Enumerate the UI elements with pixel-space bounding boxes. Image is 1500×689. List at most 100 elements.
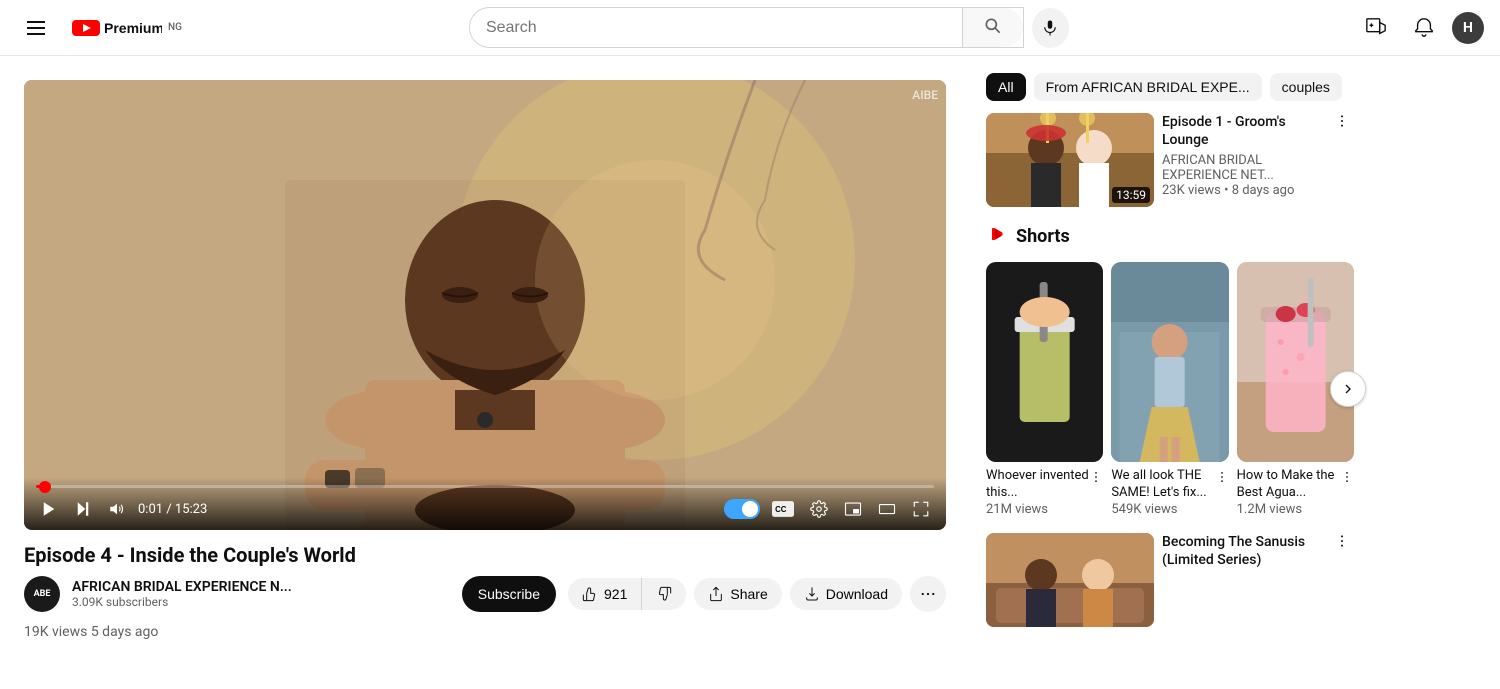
short-item-2[interactable]: We all look THE SAME! Let's fix... 549K …: [1111, 262, 1228, 517]
header-right: H: [1356, 8, 1484, 48]
shorts-next-button[interactable]: [1330, 371, 1366, 407]
short-info-row-2: We all look THE SAME! Let's fix...: [1111, 468, 1228, 502]
short-thumb-1: [986, 262, 1103, 462]
shorts-grid: Whoever invented this... 21M views: [986, 262, 1354, 517]
theater-icon: [878, 500, 896, 518]
menu-button[interactable]: [16, 8, 56, 48]
subscribe-button[interactable]: Subscribe: [462, 576, 556, 612]
filter-bar: All From AFRICAN BRIDAL EXPE... couples: [986, 72, 1354, 101]
play-button[interactable]: [36, 496, 62, 522]
dislike-button[interactable]: [642, 578, 686, 610]
mute-button[interactable]: [104, 496, 130, 522]
cc-icon: CC: [772, 501, 794, 517]
subscriber-count: 3.09K subscribers: [72, 595, 450, 609]
short-item-1[interactable]: Whoever invented this... 21M views: [986, 262, 1103, 517]
short-title-2: We all look THE SAME! Let's fix...: [1111, 468, 1214, 502]
toggle-thumb: [742, 501, 758, 517]
related-more-button[interactable]: [1330, 113, 1354, 134]
watermark: AIBE: [912, 88, 938, 102]
search-icon: [983, 16, 1003, 36]
short-thumb-3: [1237, 262, 1354, 462]
download-button[interactable]: Download: [790, 578, 902, 610]
video-controls: 0:01 / 15:23 CC: [24, 477, 946, 530]
short-info-row-3: How to Make the Best Agua...: [1237, 468, 1354, 502]
settings-button[interactable]: [806, 496, 832, 522]
bottom-related-more-button[interactable]: [1330, 533, 1354, 554]
skip-next-icon: [74, 500, 92, 518]
miniplayer-icon: [844, 500, 862, 518]
like-count: 921: [604, 586, 627, 602]
youtube-icon: Premium: [72, 18, 162, 38]
download-icon: [804, 586, 820, 602]
short-image-2: [1111, 262, 1228, 462]
short-dots-icon-2: [1215, 470, 1229, 484]
play-icon: [40, 500, 58, 518]
filter-from[interactable]: From AFRICAN BRIDAL EXPE...: [1034, 73, 1262, 101]
video-title: Episode 4 - Inside the Couple's World: [24, 542, 946, 568]
main-content: AIBE: [0, 56, 1500, 651]
logo[interactable]: Premium NG: [72, 18, 182, 38]
progress-dot: [39, 481, 51, 493]
mic-button[interactable]: [1032, 8, 1069, 48]
channel-name[interactable]: AFRICAN BRIDAL EXPERIENCE N...: [72, 579, 450, 595]
sidebar: All From AFRICAN BRIDAL EXPE... couples: [970, 56, 1370, 651]
more-icon: [919, 585, 937, 603]
bell-icon: [1413, 17, 1435, 39]
short-dots-icon-3: [1340, 470, 1354, 484]
bottom-related-title: Becoming The Sanusis (Limited Series): [1162, 533, 1322, 569]
next-button[interactable]: [70, 496, 96, 522]
autoplay-toggle[interactable]: [724, 499, 760, 519]
like-dislike-group: 921: [568, 578, 686, 610]
channel-info: AFRICAN BRIDAL EXPERIENCE N... 3.09K sub…: [72, 579, 450, 609]
hamburger-icon: [19, 13, 53, 43]
captions-button[interactable]: CC: [768, 497, 798, 521]
volume-icon: [108, 500, 126, 518]
bottom-related-thumb: [986, 533, 1154, 627]
more-button[interactable]: [910, 576, 946, 612]
filter-all[interactable]: All: [986, 73, 1026, 101]
filter-next-button[interactable]: [1350, 72, 1354, 101]
short-more-3[interactable]: [1340, 468, 1354, 489]
search-input[interactable]: [470, 11, 962, 45]
progress-bar[interactable]: [36, 485, 934, 488]
create-icon: [1365, 17, 1387, 39]
bottom-related-item[interactable]: Becoming The Sanusis (Limited Series): [986, 533, 1354, 627]
action-buttons: 921 Share: [568, 576, 946, 612]
short-title-1: Whoever invented this...: [986, 468, 1089, 502]
video-thumbnail: AIBE: [24, 80, 946, 530]
share-label: Share: [730, 586, 767, 602]
create-button[interactable]: [1356, 8, 1396, 48]
related-item[interactable]: 13:59 Episode 1 - Groom's Lounge AFRICAN…: [986, 113, 1354, 207]
short-more-1[interactable]: [1089, 468, 1103, 489]
controls-row: 0:01 / 15:23 CC: [36, 496, 934, 522]
search-button[interactable]: [962, 8, 1023, 47]
current-time: 0:01: [138, 502, 163, 517]
settings-icon: [810, 500, 828, 518]
thumbs-down-icon: [656, 586, 672, 602]
short-more-2[interactable]: [1215, 468, 1229, 489]
fullscreen-icon: [912, 500, 930, 518]
video-player[interactable]: AIBE: [24, 80, 946, 530]
short-views-3: 1.2M views: [1237, 502, 1354, 517]
bottom-related-image: [986, 533, 1154, 627]
related-meta: 23K views • 8 days ago: [1162, 183, 1322, 198]
like-button[interactable]: 921: [568, 578, 642, 610]
fullscreen-button[interactable]: [908, 496, 934, 522]
theater-button[interactable]: [874, 496, 900, 522]
related-channel: AFRICAN BRIDAL EXPERIENCE NET...: [1162, 153, 1322, 183]
notifications-button[interactable]: [1404, 8, 1444, 48]
avatar[interactable]: H: [1452, 12, 1484, 44]
miniplayer-button[interactable]: [840, 496, 866, 522]
filter-couples[interactable]: couples: [1270, 73, 1342, 101]
vertical-dots-icon: [1334, 113, 1350, 129]
header-center: [469, 7, 1069, 48]
video-section: AIBE: [0, 56, 970, 651]
toggle-track[interactable]: [724, 499, 760, 519]
time-separator: /: [166, 502, 175, 517]
share-icon: [708, 586, 724, 602]
bottom-dots-icon: [1334, 533, 1350, 549]
share-button[interactable]: Share: [694, 578, 781, 610]
svg-text:Premium: Premium: [104, 20, 162, 36]
channel-avatar[interactable]: ABE: [24, 576, 60, 612]
related-duration: 13:59: [1112, 187, 1150, 203]
